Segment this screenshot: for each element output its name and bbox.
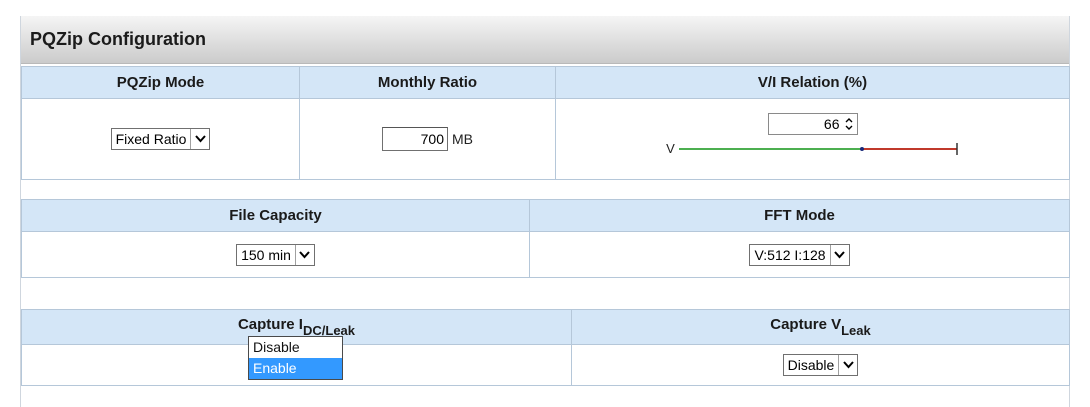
file-capacity-header: File Capacity (21, 199, 530, 232)
chevron-down-icon[interactable] (190, 129, 210, 149)
fft-mode-value: V:512 I:128 (754, 246, 826, 263)
file-capacity-select[interactable]: 150 min (236, 243, 315, 266)
pqzip-mode-select[interactable]: Fixed Ratio (110, 128, 211, 150)
panel-title: PQZip Configuration (30, 29, 206, 49)
vi-relation-header: V/I Relation (%) (555, 66, 1070, 99)
slider-v-label: V (666, 141, 675, 156)
file-capacity-value: 150 min (241, 246, 291, 263)
capture-v-header: Capture VLeak (571, 309, 1070, 345)
row1-table: PQZip Mode Monthly Ratio V/I Relation (%… (21, 66, 1070, 180)
monthly-ratio-input[interactable]: 700 (382, 127, 448, 151)
capture-v-value: Disable (787, 357, 835, 373)
pqzip-mode-header: PQZip Mode (21, 66, 300, 99)
spinner-arrows-icon[interactable] (844, 115, 854, 133)
file-capacity-cell: 150 min (21, 231, 530, 278)
capture-v-select[interactable]: Disable (782, 354, 859, 376)
capture-i-label: Capture I (237, 316, 303, 333)
vi-relation-cell: 66 V (555, 98, 1070, 180)
row3-table: Capture IDC/Leak Capture VLeak Disable (21, 309, 1070, 386)
vi-relation-value: 66 (823, 115, 840, 132)
vi-slider-track[interactable] (678, 142, 959, 156)
dropdown-option-disable[interactable]: Disable (249, 337, 342, 358)
fft-mode-select[interactable]: V:512 I:128 (749, 243, 850, 266)
panel-header: PQZip Configuration (21, 16, 1069, 64)
chevron-down-icon[interactable] (294, 244, 314, 265)
capture-v-subscript: Leak (841, 323, 871, 338)
pqzip-mode-cell: Fixed Ratio (21, 98, 300, 180)
capture-v-cell: Disable (571, 344, 1070, 386)
row2-table: File Capacity FFT Mode 150 min V:512 I:1… (21, 199, 1070, 278)
pqzip-configuration-panel: PQZip Configuration PQZip Mode Monthly R… (20, 16, 1070, 407)
vi-relation-spinner[interactable]: 66 (767, 112, 858, 135)
capture-v-label: Capture V (770, 316, 842, 333)
monthly-ratio-unit: MB (452, 131, 473, 147)
pqzip-mode-value: Fixed Ratio (115, 131, 187, 147)
chevron-down-icon[interactable] (838, 355, 858, 375)
capture-i-dropdown-list: Disable Enable (248, 336, 343, 380)
fft-mode-cell: V:512 I:128 (529, 231, 1070, 278)
vi-relation-slider[interactable]: V (556, 140, 1069, 158)
monthly-ratio-cell: 700 MB (299, 98, 556, 180)
monthly-ratio-header: Monthly Ratio (299, 66, 556, 99)
slider-knob (859, 146, 864, 151)
chevron-down-icon[interactable] (829, 244, 849, 265)
dropdown-option-enable[interactable]: Enable (249, 358, 342, 379)
fft-mode-header: FFT Mode (529, 199, 1070, 232)
